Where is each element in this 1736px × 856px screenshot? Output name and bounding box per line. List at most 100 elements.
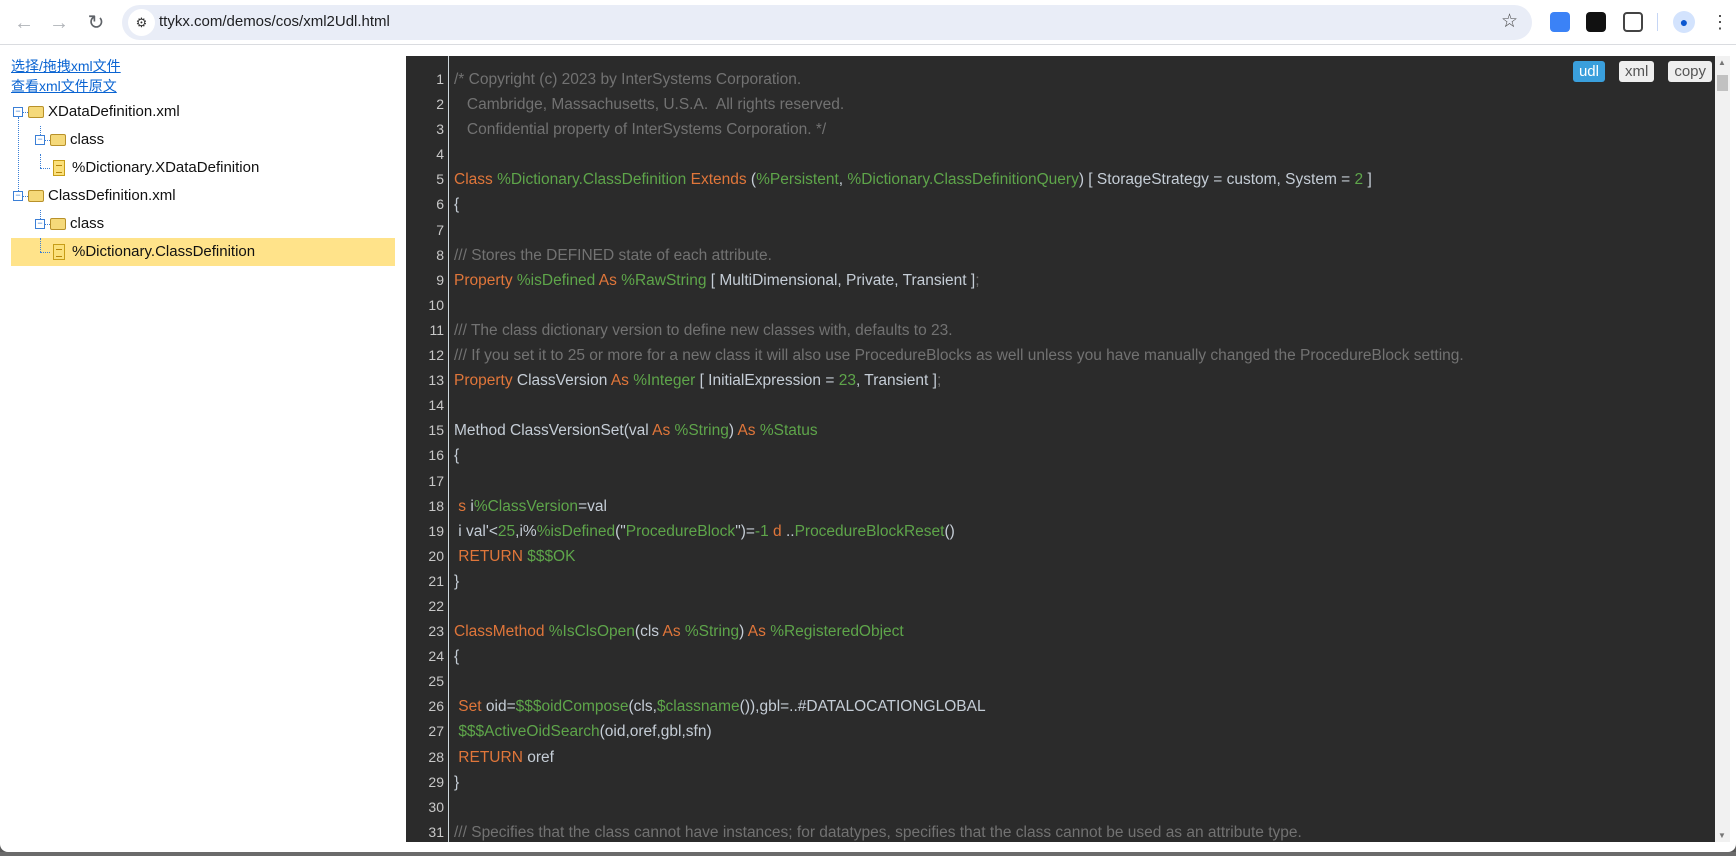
xml-button[interactable]: xml: [1618, 61, 1655, 82]
udl-button[interactable]: udl: [1572, 61, 1605, 82]
keyword-token: As: [737, 422, 756, 440]
line-text: /// If you set it to 25 or more for a ne…: [454, 343, 1464, 368]
code-line: 30: [406, 795, 1712, 820]
scrollbar-thumb[interactable]: [1717, 75, 1728, 91]
code-token: {: [454, 196, 460, 214]
code-line: 13 Property ClassVersion As %Integer [ In…: [406, 368, 1712, 393]
menu-icon[interactable]: ⋮: [1711, 10, 1729, 34]
collapse-icon[interactable]: −: [35, 219, 45, 229]
line-text: }: [454, 569, 459, 594]
keyword-token: Extends: [686, 171, 747, 189]
toolbar-divider: [1657, 13, 1658, 31]
line-number: 17: [428, 472, 444, 489]
extension-icon[interactable]: [1586, 12, 1606, 32]
code-line: 7: [406, 218, 1712, 243]
bookmark-star-icon[interactable]: ☆: [1501, 10, 1518, 33]
comment-token: /// Stores the DEFINED state of each att…: [454, 246, 772, 264]
tree-node-label: ClassDefinition.xml: [48, 187, 176, 204]
line-text: Cambridge, Massachusetts, U.S.A. All rig…: [454, 92, 844, 117]
code-editor[interactable]: 1 /* Copyright (c) 2023 by InterSystems C…: [406, 56, 1730, 842]
collapse-icon[interactable]: −: [35, 135, 45, 145]
code-token: i val'<: [454, 522, 498, 540]
view-xml-source-link[interactable]: 查看xml文件原文: [11, 76, 395, 96]
puzzle-extensions-icon[interactable]: [1623, 12, 1643, 32]
folder-icon: [50, 218, 66, 230]
folder-icon: [28, 190, 44, 202]
code-line: 23 ClassMethod %IsClsOpen(cls As %String)…: [406, 619, 1712, 644]
line-number: 22: [428, 597, 444, 614]
comment-token: Confidential property of InterSystems Co…: [454, 121, 827, 139]
code-token: =val: [578, 497, 607, 515]
file-tree: − XDataDefinition.xml − class %Dictionary.XD…: [11, 98, 395, 266]
type-token: %String: [680, 623, 740, 641]
type-token: %isDefined: [536, 522, 616, 540]
code-line: 28 RETURN oref: [406, 745, 1712, 770]
extension-icon[interactable]: [1550, 12, 1570, 32]
tree-node-label: %Dictionary.XDataDefinition: [72, 159, 260, 176]
forward-icon[interactable]: →: [47, 11, 71, 35]
line-text: /// Specifies that the class cannot have…: [454, 820, 1302, 842]
line-text: RETURN $$$OK: [454, 544, 575, 569]
line-number: 14: [428, 397, 444, 414]
back-icon[interactable]: ←: [12, 11, 36, 35]
tree-node[interactable]: − class: [11, 126, 395, 154]
line-number: 30: [428, 798, 444, 815]
line-text: i val'<25,i%%isDefined("ProcedureBlock")…: [454, 519, 955, 544]
code-token: oid=: [481, 698, 516, 716]
code-line: 26 Set oid=$$$oidCompose(cls,$classname(…: [406, 694, 1712, 719]
line-number: 4: [436, 146, 444, 163]
scroll-up-icon[interactable]: ▲: [1718, 58, 1726, 67]
line-text: /// The class dictionary version to defi…: [454, 318, 953, 343]
keyword-token: As: [652, 422, 671, 440]
keyword-token: Property: [454, 271, 513, 289]
url-text[interactable]: ttykx.com/demos/cos/xml2Udl.html: [159, 13, 390, 30]
code-line: 6{: [406, 192, 1712, 217]
tree-node[interactable]: − class: [11, 210, 395, 238]
line-number: 21: [428, 572, 444, 589]
code-token: i: [466, 497, 474, 515]
number-token: 25: [497, 522, 516, 540]
address-bar[interactable]: ⚙ ttykx.com/demos/cos/xml2Udl.html ☆: [122, 5, 1532, 40]
tree-node[interactable]: − ClassDefinition.xml: [11, 182, 395, 210]
line-text: /// Stores the DEFINED state of each att…: [454, 243, 772, 268]
line-number: 16: [428, 447, 444, 464]
number-token: 2: [1354, 171, 1364, 189]
profile-icon[interactable]: ●: [1673, 11, 1695, 33]
line-number: 15: [428, 422, 444, 439]
keyword-token: As: [662, 623, 681, 641]
site-settings-icon[interactable]: ⚙: [128, 9, 155, 36]
line-number: 31: [428, 823, 444, 840]
line-number: 1: [436, 71, 444, 87]
copy-button[interactable]: copy: [1668, 61, 1712, 82]
tree-node[interactable]: %Dictionary.ClassDefinition: [11, 238, 395, 266]
number-token: 23: [838, 372, 856, 390]
line-number: 18: [428, 497, 444, 514]
collapse-icon[interactable]: −: [13, 191, 23, 201]
line-text: ClassMethod %IsClsOpen(cls As %String) A…: [454, 619, 904, 644]
line-number: 3: [436, 121, 444, 138]
file-icon: [53, 160, 65, 176]
folder-icon: [50, 134, 66, 146]
scroll-down-icon[interactable]: ▼: [1718, 831, 1726, 840]
keyword-token: Property: [454, 372, 513, 390]
code-content[interactable]: 1 /* Copyright (c) 2023 by InterSystems C…: [406, 67, 1712, 842]
code-token: (oid,oref,gbl,sfn): [599, 723, 712, 741]
code-token: ): [739, 623, 748, 641]
tree-node[interactable]: − XDataDefinition.xml: [11, 98, 395, 126]
line-number: 19: [428, 522, 444, 539]
line-number: 6: [436, 196, 444, 213]
reload-icon[interactable]: ↻: [84, 11, 108, 35]
collapse-icon[interactable]: −: [13, 107, 23, 117]
tree-node[interactable]: %Dictionary.XDataDefinition: [11, 154, 395, 182]
line-number: 12: [428, 347, 444, 364]
keyword-token: RETURN: [454, 547, 523, 565]
code-token: [ MultiDimensional, Private, Transient ]: [706, 271, 976, 289]
keyword-token: As: [747, 623, 766, 641]
code-token: (: [746, 171, 757, 189]
choose-xml-file-link[interactable]: 选择/拖拽xml文件: [11, 56, 395, 76]
code-line: 25: [406, 669, 1712, 694]
file-panel: 选择/拖拽xml文件 查看xml文件原文 − XDataDefinition.xm…: [11, 56, 395, 266]
comment-token: /// If you set it to 25 or more for a ne…: [454, 347, 1464, 365]
scrollbar[interactable]: ▲ ▼: [1715, 56, 1730, 842]
tree-connector: [40, 238, 41, 252]
